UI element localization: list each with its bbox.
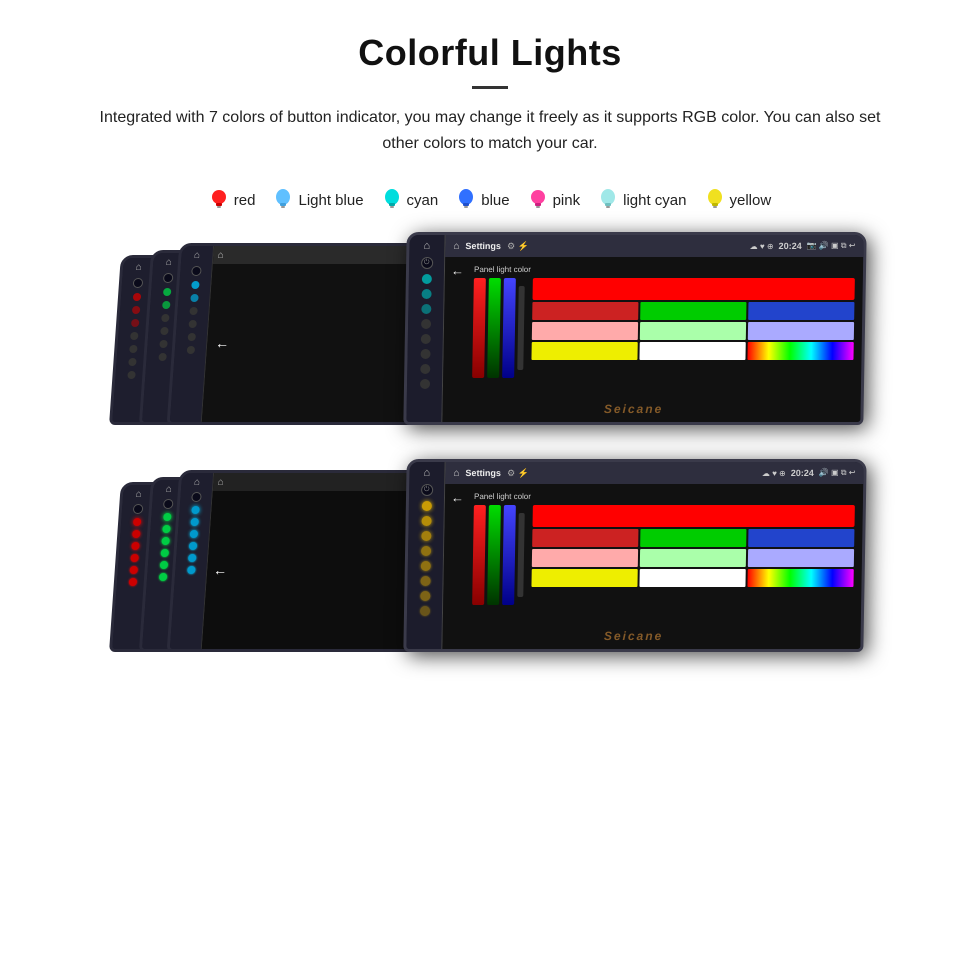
color-label-lightcyan: light cyan: [623, 192, 686, 209]
bottom-device-group: ⌂ ⌂ ←: [0, 459, 980, 682]
color-legend: red Light blue cyan blue: [0, 174, 980, 232]
header-description: Integrated with 7 colors of button indic…: [80, 105, 900, 156]
main-device-bottom: ⌂ ⏻ ⌂ Settings: [403, 459, 866, 652]
color-item-yellow: yellow: [705, 188, 772, 212]
header-divider: [472, 86, 508, 89]
red-bulb-icon: [209, 188, 229, 212]
color-item-lightblue: Light blue: [273, 188, 363, 212]
color-label-blue: blue: [481, 192, 509, 209]
yellow-bulb-icon: [705, 188, 725, 212]
pink-bulb-icon: [528, 188, 548, 212]
color-label-cyan: cyan: [407, 192, 439, 209]
color-item-cyan: cyan: [382, 188, 439, 212]
color-label-lightblue: Light blue: [298, 192, 363, 209]
color-label-red: red: [234, 192, 256, 209]
main-device-top: ⌂ ⏻ ⌂ Settings: [403, 232, 866, 425]
lightblue-bulb-icon: [273, 188, 293, 212]
color-item-red: red: [209, 188, 256, 212]
cyan-bulb-icon: [382, 188, 402, 212]
stacked-devices-top: ⌂ ⌂ ←: [115, 235, 425, 425]
section-gap: [0, 435, 980, 459]
color-label-yellow: yellow: [730, 192, 772, 209]
page-header: Colorful Lights Integrated with 7 colors…: [0, 0, 980, 174]
color-label-pink: pink: [553, 192, 581, 209]
color-item-lightcyan: light cyan: [598, 188, 686, 212]
stacked-devices-bottom: ⌂ ⌂ ←: [115, 462, 425, 652]
top-device-group: ⌂ ⌂ ←: [0, 232, 980, 435]
lightcyan-bulb-icon: [598, 188, 618, 212]
panel-label: Panel light color: [474, 265, 855, 274]
blue-bulb-icon: [456, 188, 476, 212]
color-item-blue: blue: [456, 188, 509, 212]
color-item-pink: pink: [528, 188, 581, 212]
page-title: Colorful Lights: [60, 32, 920, 74]
screen-time: 20:24: [779, 241, 802, 251]
settings-label: Settings: [465, 241, 501, 251]
